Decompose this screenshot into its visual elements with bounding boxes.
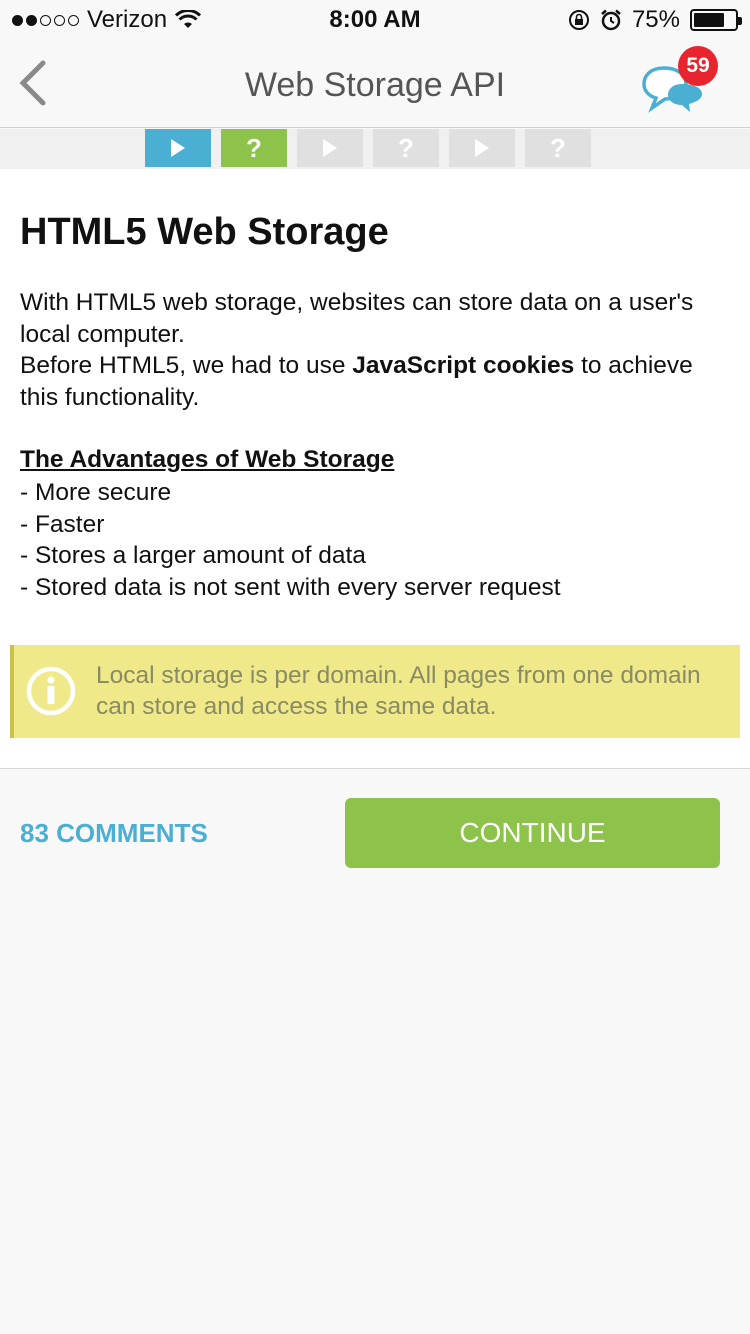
question-icon: ? (246, 132, 262, 163)
status-icons: 75% (568, 6, 742, 34)
info-note: Local storage is per domain. All pages f… (10, 645, 740, 738)
lesson-title: HTML5 Web Storage (20, 211, 389, 253)
step-lesson-2[interactable] (297, 129, 363, 167)
question-icon: ? (398, 132, 414, 163)
step-quiz-3[interactable]: ? (525, 129, 591, 167)
notification-badge: 59 (678, 46, 718, 86)
alarm-icon (601, 9, 621, 31)
lesson-card: HTML5 Web Storage With HTML5 web storage… (0, 169, 750, 769)
intro-text-2a: Before HTML5, we had to use (20, 352, 353, 379)
advantages-heading: The Advantages of Web Storage (20, 446, 395, 473)
battery-icon (690, 9, 742, 31)
note-text: Local storage is per domain. All pages f… (96, 662, 701, 720)
step-quiz-1[interactable]: ? (221, 129, 287, 167)
list-item: - Stored data is not sent with every ser… (20, 573, 561, 601)
lesson-intro: With HTML5 web storage, websites can sto… (20, 287, 735, 413)
intro-text: With HTML5 web storage, websites can sto… (20, 289, 694, 348)
intro-text-2-bold: JavaScript cookies (352, 352, 575, 379)
continue-button[interactable]: CONTINUE (345, 798, 720, 868)
list-item: - Faster (20, 510, 105, 538)
step-lesson-1[interactable] (145, 129, 211, 167)
play-icon (475, 139, 489, 157)
advantages-list: - More secure - Faster - Stores a larger… (20, 477, 561, 603)
page-title: Web Storage API (244, 66, 506, 104)
navigation-bar: Web Storage API 59 (0, 40, 750, 128)
step-lesson-3[interactable] (449, 129, 515, 167)
lesson-progress-bar: ? ? ? (0, 129, 750, 169)
battery-percent: 75% (631, 6, 680, 33)
step-quiz-2[interactable]: ? (373, 129, 439, 167)
status-bar: Verizon 8:00 AM 75% (0, 0, 750, 40)
list-item: - Stores a larger amount of data (20, 542, 366, 569)
play-icon (171, 139, 185, 157)
discussion-button[interactable]: 59 (642, 46, 718, 118)
info-icon (26, 666, 76, 716)
orientation-lock-icon (568, 10, 589, 30)
question-icon: ? (550, 132, 566, 163)
play-icon (323, 139, 337, 157)
list-item: - More secure (20, 479, 172, 506)
comments-link[interactable]: 83 COMMENTS (20, 818, 208, 849)
